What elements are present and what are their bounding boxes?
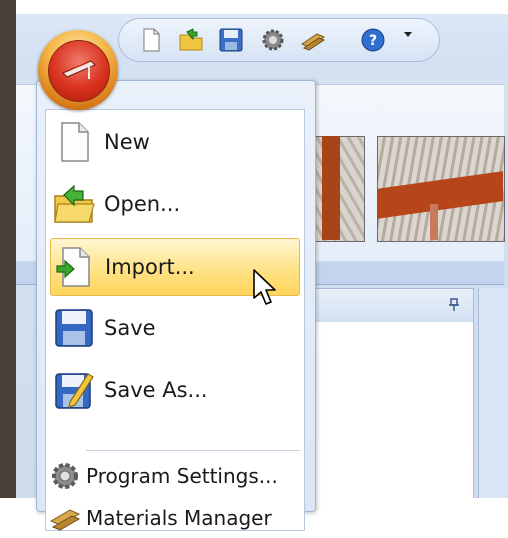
side-pane-body — [300, 322, 474, 498]
menu-separator — [86, 450, 300, 451]
materials-icon — [49, 509, 81, 531]
menu-item-label: Save — [104, 316, 156, 340]
save-as-icon — [55, 373, 94, 409]
application-menu-list: New Open... Import... Save Save As... Pr… — [45, 109, 305, 531]
menu-item-label: Materials Manager — [86, 506, 272, 530]
svg-text:?: ? — [369, 33, 377, 49]
new-document-icon[interactable] — [137, 26, 165, 54]
window-top-edge — [16, 0, 508, 14]
menu-item-program-settings[interactable]: Program Settings... — [48, 456, 278, 496]
menu-item-new[interactable]: New — [50, 114, 298, 170]
thumbnail-beam — [322, 136, 340, 240]
app-logo-icon — [62, 60, 96, 79]
save-icon[interactable] — [217, 26, 245, 54]
open-folder-icon[interactable] — [177, 26, 205, 54]
new-document-icon — [61, 122, 89, 162]
menu-item-materials-manager[interactable]: Materials Manager — [48, 498, 272, 538]
menu-item-label: Import... — [105, 255, 195, 279]
menu-item-label: Program Settings... — [86, 464, 278, 488]
menu-item-label: Save As... — [104, 378, 208, 402]
help-icon[interactable]: ? — [359, 26, 387, 54]
menu-item-label: Open... — [104, 192, 181, 216]
quick-access-toolbar: ? — [118, 18, 440, 62]
application-button-core — [48, 40, 110, 102]
desktop-edge — [0, 0, 16, 498]
materials-icon[interactable] — [299, 26, 327, 54]
settings-gear-icon[interactable] — [259, 26, 287, 54]
thumbnail-post — [430, 204, 438, 240]
side-pane-header — [300, 288, 474, 324]
menu-item-label: New — [104, 130, 150, 154]
open-folder-icon — [54, 184, 95, 223]
import-icon — [56, 247, 90, 287]
menu-item-save-as[interactable]: Save As... — [50, 362, 298, 418]
help-dropdown-arrow-icon[interactable] — [404, 32, 412, 37]
mouse-cursor-icon — [253, 269, 276, 305]
application-button[interactable] — [38, 30, 118, 110]
right-pane — [478, 288, 508, 498]
settings-gear-icon — [52, 463, 78, 489]
menu-item-save[interactable]: Save — [50, 300, 298, 356]
menu-item-open[interactable]: Open... — [50, 176, 298, 232]
save-icon — [55, 309, 93, 347]
pin-icon[interactable] — [446, 297, 462, 313]
